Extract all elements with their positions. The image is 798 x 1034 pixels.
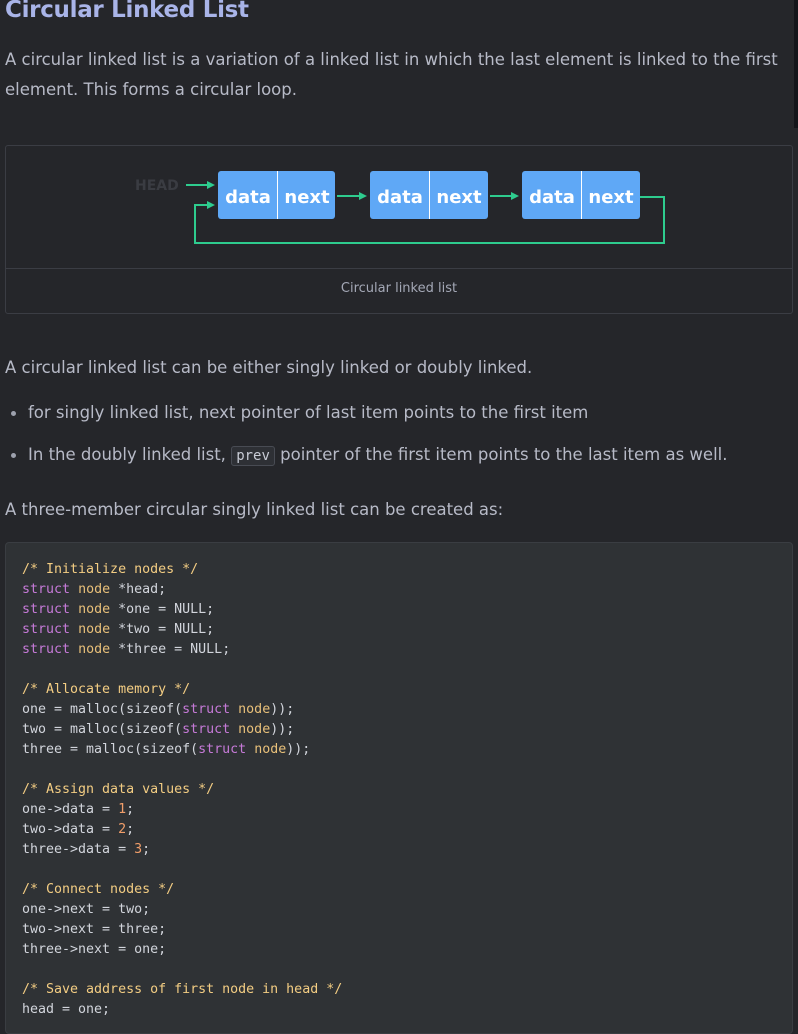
- figure-circular-linked-list: HEAD data next data next data next Circu…: [5, 145, 793, 314]
- code-keyword: struct: [182, 722, 231, 737]
- code-text: ));: [286, 742, 311, 757]
- code-text: *head;: [110, 582, 167, 597]
- code-keyword: struct: [182, 702, 231, 717]
- code-content[interactable]: /* Initialize nodes */ struct node *head…: [22, 560, 342, 1020]
- code-text: three->data =: [22, 842, 135, 857]
- create-paragraph: A three-member circular singly linked li…: [5, 500, 504, 519]
- code-type: node: [238, 702, 271, 717]
- list-item: In the doubly linked list, prev pointer …: [5, 440, 795, 471]
- code-text: one = malloc(sizeof(: [22, 702, 183, 717]
- code-text: head = one;: [22, 1002, 111, 1017]
- figure-divider: [6, 268, 792, 269]
- node-1-next-label: next: [284, 187, 330, 208]
- code-number: 1: [118, 802, 127, 817]
- node-2-next-label: next: [436, 187, 482, 208]
- code-type: node: [238, 722, 271, 737]
- either-paragraph: A circular linked list can be either sin…: [5, 358, 533, 377]
- code-text: ;: [206, 622, 215, 637]
- bullet-dot: [11, 453, 16, 458]
- code-text: ;: [126, 822, 135, 837]
- code-text: two->data =: [22, 822, 119, 837]
- code-type: node: [78, 602, 111, 617]
- code-text: ));: [270, 702, 295, 717]
- code-type: node: [78, 642, 111, 657]
- bullet-dot: [11, 411, 16, 416]
- bullet-text-doubly-before: In the doubly linked list,: [28, 445, 232, 464]
- code-text: ;: [142, 842, 151, 857]
- code-text: one->data =: [22, 802, 119, 817]
- code-text: ;: [222, 642, 231, 657]
- bullet-text-singly: for singly linked list, next pointer of …: [28, 403, 589, 422]
- code-keyword: struct: [22, 642, 71, 657]
- code-null: NULL: [174, 622, 207, 637]
- code-block[interactable]: /* Initialize nodes */ struct node *head…: [5, 542, 793, 1034]
- code-keyword: struct: [22, 582, 71, 597]
- code-null: NULL: [190, 642, 223, 657]
- code-comment: /* Initialize nodes */: [22, 562, 199, 577]
- code-comment: /* Assign data values */: [22, 782, 215, 797]
- code-text: *one =: [110, 602, 175, 617]
- intro-paragraph: A circular linked list is a variation of…: [5, 50, 778, 99]
- code-text: one->next = two;: [22, 902, 151, 917]
- node-3: data next: [522, 171, 640, 219]
- code-keyword: struct: [22, 622, 71, 637]
- node-1-data-label: data: [225, 187, 271, 208]
- code-type: node: [78, 622, 111, 637]
- code-type: node: [254, 742, 287, 757]
- code-text: two = malloc(sizeof(: [22, 722, 183, 737]
- code-text: *three =: [110, 642, 191, 657]
- code-text: ;: [206, 602, 215, 617]
- scrollbar-track[interactable]: [794, 0, 798, 128]
- code-comment: /* Save address of first node in head */: [22, 982, 343, 997]
- code-text: *two =: [110, 622, 175, 637]
- code-number: 2: [118, 822, 127, 837]
- bullet-list: for singly linked list, next pointer of …: [5, 398, 795, 471]
- node-1: data next: [218, 171, 335, 219]
- code-text: three = malloc(sizeof(: [22, 742, 199, 757]
- node-3-next-label: next: [588, 187, 634, 208]
- figure-caption: Circular linked list: [340, 281, 458, 296]
- node-3-data-label: data: [529, 187, 575, 208]
- code-text: ));: [270, 722, 295, 737]
- code-text: two->next = three;: [22, 922, 167, 937]
- code-text: ;: [126, 802, 135, 817]
- inline-code-prev: prev: [231, 446, 275, 466]
- node-2: data next: [370, 171, 488, 219]
- node-2-data-label: data: [377, 187, 423, 208]
- code-keyword: struct: [22, 602, 71, 617]
- code-keyword: struct: [198, 742, 247, 757]
- code-comment: /* Allocate memory */: [22, 682, 191, 697]
- code-null: NULL: [174, 602, 207, 617]
- linked-list-diagram: HEAD data next data next data next: [135, 171, 665, 244]
- code-type: node: [78, 582, 111, 597]
- head-label: HEAD: [135, 178, 179, 194]
- code-comment: /* Connect nodes */: [22, 882, 175, 897]
- code-number: 3: [134, 842, 143, 857]
- list-item: for singly linked list, next pointer of …: [5, 398, 795, 428]
- page-title: Circular Linked List: [5, 0, 249, 23]
- bullet-text-doubly-after: pointer of the first item points to the …: [274, 445, 728, 464]
- code-text: three->next = one;: [22, 942, 167, 957]
